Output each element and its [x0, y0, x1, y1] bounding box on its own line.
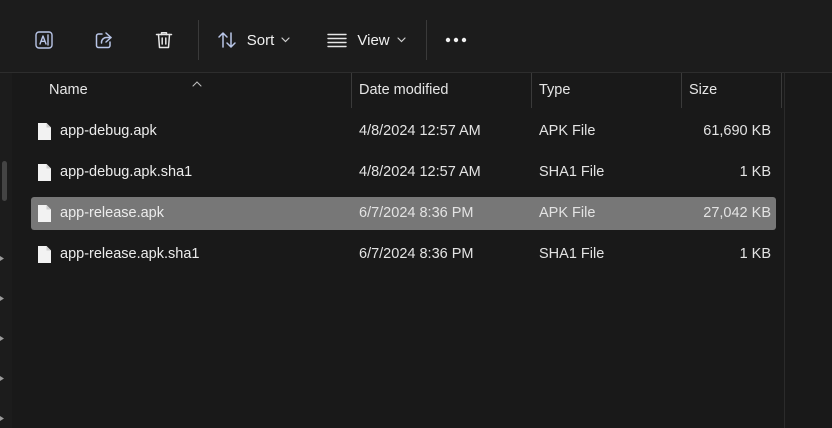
- view-button[interactable]: View: [318, 20, 414, 60]
- column-header-date-modified[interactable]: Date modified: [352, 73, 531, 108]
- file-date-modified: 6/7/2024 8:36 PM: [359, 205, 474, 221]
- column-header-name[interactable]: Name: [42, 73, 350, 108]
- share-icon: [93, 29, 115, 51]
- column-header-type[interactable]: Type: [532, 73, 681, 108]
- file-date-modified: 4/8/2024 12:57 AM: [359, 164, 481, 180]
- file-row[interactable]: app-release.apk.sha1 6/7/2024 8:36 PM SH…: [31, 238, 776, 271]
- chevron-down-icon: [281, 37, 290, 43]
- file-row[interactable]: app-debug.apk 4/8/2024 12:57 AM APK File…: [31, 115, 776, 148]
- toolbar-separator: [198, 20, 199, 60]
- file-type: APK File: [539, 123, 596, 139]
- sort-button[interactable]: Sort: [208, 20, 298, 60]
- file-row-selected[interactable]: app-release.apk 6/7/2024 8:36 PM APK Fil…: [31, 197, 776, 230]
- navigation-scrollbar-thumb[interactable]: [2, 161, 7, 201]
- share-button[interactable]: [84, 20, 124, 60]
- file-date-modified: 4/8/2024 12:57 AM: [359, 123, 481, 139]
- chevron-right-icon[interactable]: [0, 416, 4, 421]
- more-options-button[interactable]: [436, 20, 476, 60]
- file-icon: [37, 204, 52, 226]
- chevron-down-icon: [397, 37, 406, 43]
- file-date-modified: 6/7/2024 8:36 PM: [359, 246, 474, 262]
- column-header-size[interactable]: Size: [682, 73, 781, 108]
- ai-rename-button[interactable]: [24, 20, 64, 60]
- file-size: 61,690 KB: [703, 123, 771, 139]
- delete-button[interactable]: [144, 20, 184, 60]
- file-name: app-debug.apk: [60, 123, 157, 139]
- column-header-row: Name Date modified Type Size: [12, 73, 784, 108]
- navigation-pane-edge: [0, 73, 12, 428]
- chevron-right-icon[interactable]: [0, 256, 4, 261]
- file-icon: [37, 245, 52, 267]
- details-pane: [784, 73, 832, 428]
- sort-label: Sort: [246, 31, 275, 49]
- toolbar-separator: [426, 20, 427, 60]
- file-type: APK File: [539, 205, 596, 221]
- delete-icon: [153, 29, 175, 51]
- file-icon: [37, 163, 52, 185]
- file-size: 1 KB: [739, 246, 771, 262]
- command-bar: Sort View: [0, 0, 832, 73]
- file-row[interactable]: app-debug.apk.sha1 4/8/2024 12:57 AM SHA…: [31, 156, 776, 189]
- file-type: SHA1 File: [539, 246, 605, 262]
- file-name: app-release.apk: [60, 205, 164, 221]
- sort-icon: [216, 29, 238, 51]
- file-name: app-release.apk.sha1: [60, 246, 200, 262]
- column-divider[interactable]: [781, 73, 782, 108]
- chevron-right-icon[interactable]: [0, 296, 4, 301]
- file-type: SHA1 File: [539, 164, 605, 180]
- view-label: View: [357, 31, 390, 49]
- view-icon: [326, 29, 348, 51]
- chevron-right-icon[interactable]: [0, 376, 4, 381]
- file-icon: [37, 122, 52, 144]
- file-list: Name Date modified Type Size app-debug.a…: [12, 73, 784, 428]
- file-size: 1 KB: [739, 164, 771, 180]
- ai-rename-icon: [33, 29, 55, 51]
- file-name: app-debug.apk.sha1: [60, 164, 193, 180]
- file-size: 27,042 KB: [703, 205, 771, 221]
- chevron-right-icon[interactable]: [0, 336, 4, 341]
- more-icon: [445, 37, 467, 43]
